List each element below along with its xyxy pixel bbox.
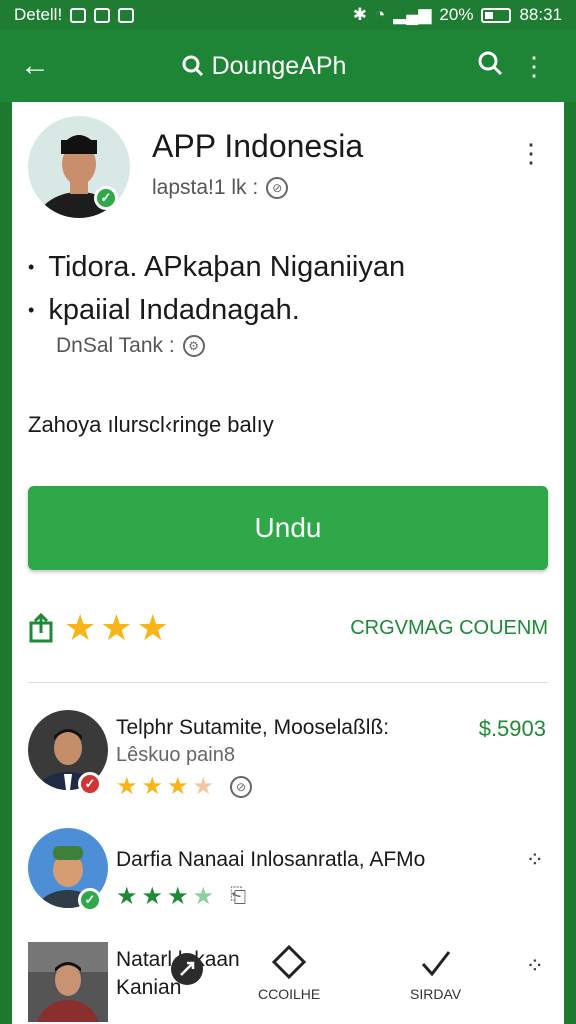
half-star-icon: ★ [192,883,215,910]
search-icon [182,55,203,77]
feature-list: • Tidora. APkaþan Niganiiyan • kpaiial Ind… [28,246,405,332]
rating-stars: ★ ★ ★ [64,610,169,646]
verified-badge-icon: ✓ [78,888,102,912]
mail-icon [94,7,111,23]
star-icon: ★ [116,773,138,800]
feature-item: • kpaiial Indadnagah. [28,289,405,332]
diamond-icon [271,944,307,980]
app-description: Zahoya ılurscl‹ringe balıy [28,412,274,437]
nav-item-sirdav[interactable]: SIRDAV [410,948,461,1002]
share-icon[interactable] [28,613,58,643]
app-bar: ← DoungeAPh ⋮ [0,30,576,102]
review-rating: ★ ★ ★ ★ ⊘ [116,772,253,801]
nav-label: CCOILHE [258,986,321,1002]
star-icon: ★ [100,607,133,648]
divider [28,682,548,683]
star-icon: ★ [167,773,189,800]
fab-button[interactable] [170,952,204,986]
star-icon: ★ [167,883,189,910]
feature-text: kpaiial Indadnagah. [48,294,300,326]
star-icon: ★ [136,607,169,648]
app-subtitle: lapsta!1 lk : ⊘ [152,176,289,200]
verified-badge-icon: ✓ [94,186,118,210]
reviewer-subtitle: Lêskuo pain8 [116,744,235,766]
app-bar-title-text: DoungeAPh [211,51,347,80]
half-star-icon: ★ [192,773,215,800]
app-bar-title: DoungeAPh [60,52,468,81]
rating-row: ★ ★ ★ CRGVMAG COUENM [28,608,548,648]
back-arrow-icon[interactable]: ← [20,49,60,83]
carrier-label: Detell! [14,5,63,24]
clock: 88:31 [519,5,562,24]
search-button[interactable] [468,50,512,83]
bookmark-icon: ⎗ [230,885,247,907]
notification-icon [70,7,87,23]
install-button[interactable]: Undu [28,486,548,570]
reviewer-name: Darfia Nanaai Inlosanratla, AFMo [116,848,426,871]
settings-icon: ⚙ [182,335,205,357]
battery-icon [481,7,512,23]
info-icon: ⊘ [266,177,289,199]
nav-item-coilhe[interactable]: CCOILHE [258,944,320,1002]
wifi-icon: ◔ [374,5,386,24]
app-notification-icon [118,7,135,23]
reviewer-name: Telphr Sutamite, Mooselaßlß: [116,716,390,739]
feature-item: • Tidora. APkaþan Niganiiyan [28,246,405,289]
feature-text: Tidora. APkaþan Niganiiyan [48,251,406,283]
star-icon: ★ [64,607,97,648]
rating-link[interactable]: CRGVMAG COUENM [350,617,548,640]
developer-line: DnSal Tank : ⚙ [56,334,205,358]
bluetooth-icon: ✱ [352,5,367,24]
more-options-icon[interactable]: ⋮ [518,138,544,169]
star-icon: ★ [116,883,138,910]
more-options-icon[interactable]: ⁘ [526,849,544,871]
signal-icon: ▂▄▆ [393,5,432,24]
review-rating: ★ ★ ★ ★ ⎗ [116,882,246,911]
app-subtitle-text: lapsta!1 lk : [152,176,259,199]
overflow-menu-icon[interactable]: ⋮ [512,51,556,82]
star-icon: ★ [141,773,164,800]
search-icon [478,51,503,75]
status-bar: Detell! ✱ ◔ ▂▄▆ 20% 88:31 [0,0,576,30]
app-title: APP Indonesia [152,128,364,164]
battery-percent: 20% [439,5,474,24]
review-price: $.5903 [478,716,546,741]
star-icon: ★ [141,883,164,910]
info-icon: ⊘ [230,775,253,798]
check-icon [421,951,450,977]
bottom-navigation: CCOILHE SIRDAV [12,944,564,1024]
app-detail-card: ✓ APP Indonesia lapsta!1 lk : ⊘ ⋮ • Tidor… [12,102,564,1024]
status-badge-icon: ✓ [78,772,102,796]
nav-label: SIRDAV [410,986,462,1002]
developer-name[interactable]: DnSal Tank : [56,334,175,358]
pin-icon [171,953,203,985]
